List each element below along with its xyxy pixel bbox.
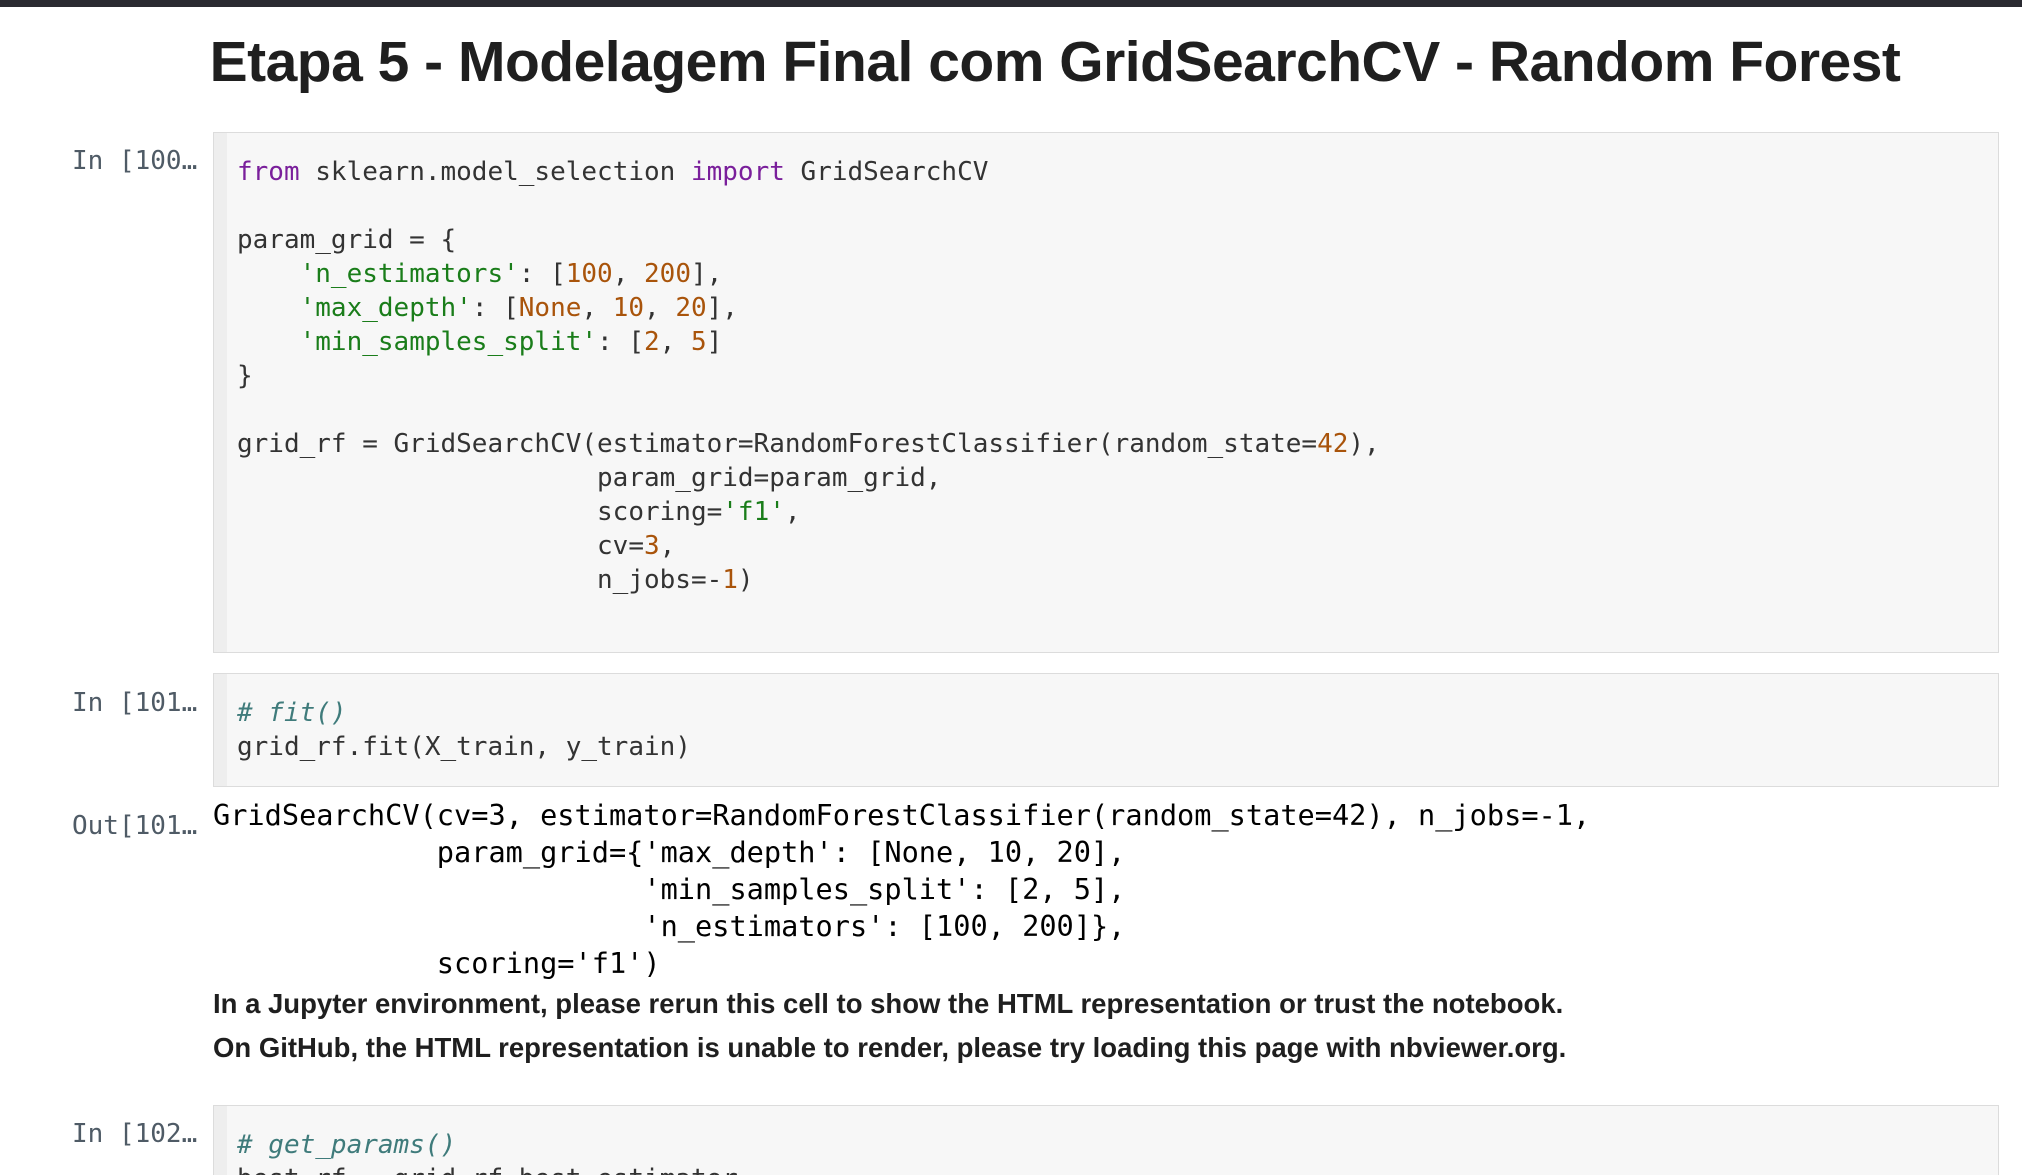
code-token: : [ [518,259,566,289]
code-token: ], [706,293,738,323]
code-token: 'n_estimators' [299,259,519,289]
code-token: 42 [1317,429,1349,459]
code-line: best_rf = grid_rf.best_estimator_ [237,1164,754,1175]
code-token: grid_rf = GridSearchCV(estimator=RandomF… [237,429,1318,459]
code-editor[interactable]: # fit() grid_rf.fit(X_train, y_train) [237,696,691,764]
code-token: # fit() [237,698,347,728]
code-line: param_grid=param_grid, [237,463,941,493]
code-cell-gridsearch-setup[interactable]: from sklearn.model_selection import Grid… [213,132,1999,653]
code-line: # get_params() [237,1130,456,1160]
code-token: , [659,327,691,357]
code-token: 'max_depth' [299,293,472,323]
code-line: 'min_samples_split': [2, 5] [237,327,723,357]
code-editor[interactable]: from sklearn.model_selection import Grid… [237,155,1380,597]
code-token: , [644,293,676,323]
code-token: 'min_samples_split' [299,327,598,357]
code-token: 'f1' [722,497,785,527]
cell-gutter [214,674,227,786]
code-token: ], [691,259,723,289]
code-token: grid_rf.fit(X_train, y_train) [237,732,691,762]
code-token: 20 [675,293,707,323]
code-line: scoring='f1', [237,497,801,527]
code-token: , [612,259,645,289]
code-token: 3 [644,531,660,561]
code-token: # get_params() [237,1130,457,1160]
code-token: 10 [612,293,645,323]
input-prompt-100: In [100… [72,146,198,176]
code-line: param_grid = { [237,225,456,255]
window-top-bar [0,0,2022,7]
code-line: grid_rf.fit(X_train, y_train) [237,732,691,762]
code-token: 100 [565,259,613,289]
code-line: from sklearn.model_selection import Grid… [237,157,988,187]
code-token: 2 [644,327,660,357]
code-token: 1 [722,565,738,595]
code-token: : [ [597,327,645,357]
html-repr-warning-github: On GitHub, the HTML representation is un… [213,1032,1567,1063]
cell-gutter [214,133,227,652]
code-token: GridSearchCV [784,157,989,187]
code-line: 'max_depth': [None, 10, 20], [237,293,738,323]
code-line: 'n_estimators': [100, 200], [237,259,723,289]
code-token: param_grid = { [237,225,457,255]
input-prompt-102: In [102… [72,1119,198,1149]
cell-output-text: GridSearchCV(cv=3, estimator=RandomFores… [213,798,1591,980]
html-repr-warning-jupyter: In a Jupyter environment, please rerun t… [213,988,1564,1019]
output-prompt-101: Out[101… [72,811,198,841]
code-token: sklearn.model_selection [299,157,691,187]
code-line: } [237,361,253,391]
code-token: ), [1348,429,1380,459]
code-token: 5 [690,327,707,357]
code-token: None [518,293,582,323]
code-token: cv= [237,531,644,561]
code-token: ) [737,565,754,595]
code-token: scoring= [237,497,723,527]
code-line: grid_rf = GridSearchCV(estimator=RandomF… [237,429,1380,459]
code-cell-get-params[interactable]: # get_params() best_rf = grid_rf.best_es… [213,1105,1999,1175]
cell-gutter [214,1106,227,1175]
code-line: cv=3, [237,531,675,561]
code-token: import [690,157,785,187]
page-title: Etapa 5 - Modelagem Final com GridSearch… [209,30,1901,94]
code-token: 200 [644,259,691,289]
code-editor[interactable]: # get_params() best_rf = grid_rf.best_es… [237,1128,754,1175]
code-token: param_grid=param_grid, [237,463,942,493]
code-token: , [659,531,676,561]
code-token: best_rf = grid_rf.best_estimator_ [237,1164,754,1175]
input-prompt-101: In [101… [72,688,198,718]
code-cell-fit[interactable]: # fit() grid_rf.fit(X_train, y_train) [213,673,1999,787]
code-line: # fit() [237,698,347,728]
code-token: from [237,157,300,187]
code-token: ] [706,327,723,357]
code-token: , [784,497,801,527]
code-token: : [ [471,293,519,323]
code-token: } [237,361,253,391]
code-token: , [581,293,613,323]
code-token: n_jobs=- [237,565,723,595]
code-line: n_jobs=-1) [237,565,754,595]
